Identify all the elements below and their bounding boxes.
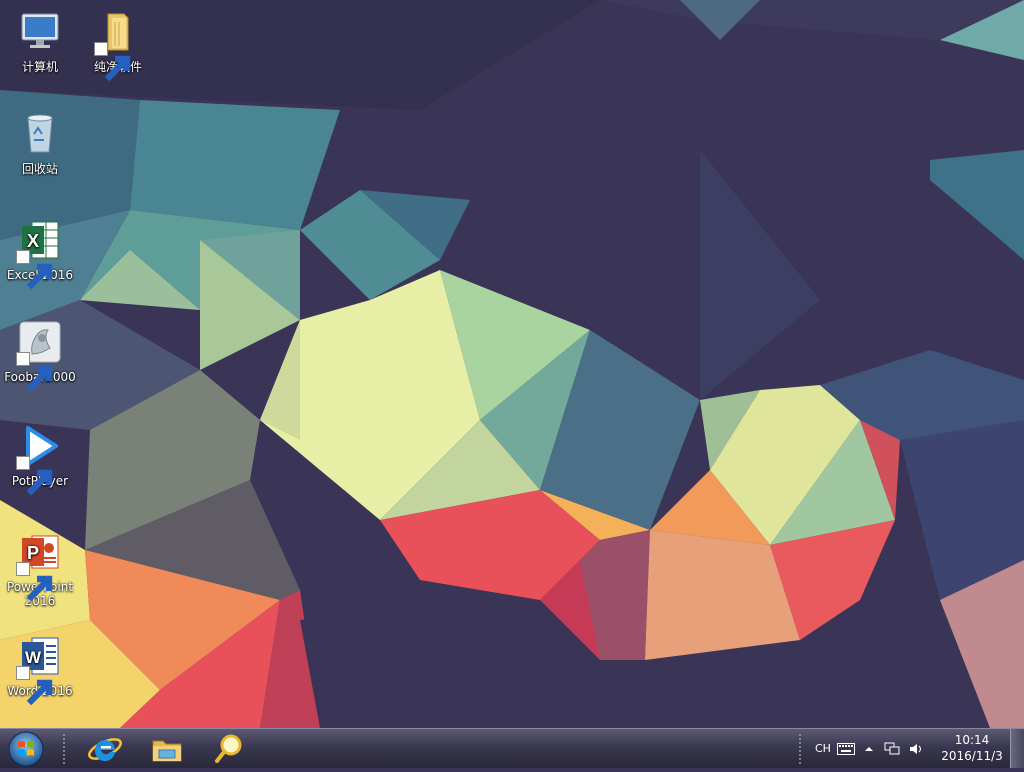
clock-time: 10:14 [954,733,990,747]
show-desktop-button[interactable] [1010,729,1024,768]
system-clock[interactable]: 10:14 2016/11/3 [932,732,1012,764]
file-explorer-icon [152,740,182,762]
internet-explorer-icon [88,738,122,762]
network-icon[interactable] [884,729,900,769]
recycle-bin-icon [27,114,53,153]
desktop-icon-foobar2000[interactable]: Foobar2000 [0,318,80,392]
windows-logo-icon [8,731,44,767]
svg-text:P: P [27,543,39,563]
shortcut-arrow-icon [16,352,53,392]
taskbar-grip[interactable] [62,733,66,765]
shortcut-arrow-icon [16,456,53,496]
desktop-icon-recycle-bin[interactable]: 回收站 [0,110,80,176]
svg-text:X: X [27,231,39,251]
clock-date: 2016/11/3 [941,749,1003,763]
desktop-icon-excel-2016[interactable]: X Excel 2016 [0,216,80,290]
magnifier-icon [215,734,242,763]
shortcut-arrow-icon [16,562,53,602]
taskbar-internet-explorer[interactable] [80,731,130,767]
desktop-icon-potplayer[interactable]: PotPlayer [0,422,80,496]
desktop-wallpaper [0,0,1024,768]
show-hidden-icons-button[interactable] [864,729,874,769]
desktop-icon-computer[interactable]: 计算机 [0,8,80,74]
shortcut-arrow-icon [16,250,53,290]
keyboard-icon[interactable] [837,729,855,769]
taskbar: CH 10:14 2016/11/3 [0,728,1024,768]
language-indicator[interactable]: CH [815,729,831,769]
desktop-icon-word-2016[interactable]: W Word 2016 [0,632,80,706]
start-button[interactable] [6,730,46,768]
taskbar-file-explorer[interactable] [142,731,192,767]
taskbar-search[interactable] [204,731,254,767]
computer-icon [21,13,59,48]
tray-grip[interactable] [798,733,802,765]
desktop-icon-label: 计算机 [21,60,58,74]
desktop-icon-pure-software[interactable]: 纯净软件 [78,8,158,82]
svg-text:W: W [25,648,42,667]
shortcut-arrow-icon [94,42,131,82]
desktop-icon-label: 回收站 [21,162,58,176]
volume-icon[interactable] [909,729,925,769]
desktop-icon-powerpoint-2016[interactable]: P PowerPoint 2016 [0,528,80,608]
shortcut-arrow-icon [16,666,53,706]
